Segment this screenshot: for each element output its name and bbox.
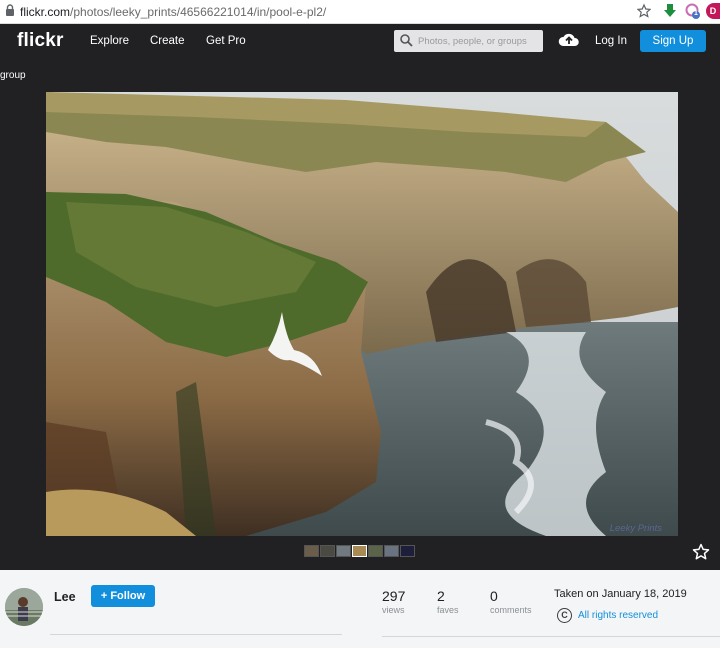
follow-button[interactable]: + Follow: [91, 585, 155, 607]
filmstrip-thumb[interactable]: [368, 545, 383, 557]
login-link[interactable]: Log In: [595, 35, 627, 47]
copyright-icon: C: [557, 608, 572, 623]
search-box[interactable]: [394, 30, 543, 52]
search-input[interactable]: [418, 33, 538, 49]
cliff-photo-image: [46, 92, 678, 536]
owner-avatar[interactable]: [5, 588, 43, 626]
nav-explore[interactable]: Explore: [90, 35, 129, 47]
signup-button[interactable]: Sign Up: [640, 30, 706, 52]
license-info[interactable]: C All rights reserved: [557, 608, 658, 623]
filmstrip-thumb[interactable]: [384, 545, 399, 557]
photo-watermark: Leeky Prints: [609, 523, 662, 534]
views-label: views: [382, 605, 405, 615]
divider: [50, 634, 342, 635]
filmstrip-thumb[interactable]: [400, 545, 415, 557]
faves-count: 2: [437, 588, 445, 604]
profile-avatar[interactable]: D: [706, 3, 720, 19]
owner-name[interactable]: Lee: [54, 590, 76, 604]
url-path: /photos/leeky_prints/46566221014/in/pool…: [70, 5, 327, 19]
favorite-star-icon[interactable]: [692, 543, 710, 561]
browser-address-bar[interactable]: flickr.com/photos/leeky_prints/465662210…: [0, 0, 720, 24]
main-photo[interactable]: Leeky Prints: [46, 92, 678, 536]
taken-date[interactable]: Taken on January 18, 2019: [554, 588, 687, 600]
nav-create[interactable]: Create: [150, 35, 185, 47]
views-count: 297: [382, 588, 406, 604]
flickr-logo[interactable]: flickr: [17, 30, 64, 52]
download-arrow-icon[interactable]: [663, 3, 677, 19]
photostream-filmstrip: [304, 545, 415, 557]
comments-count: 0: [490, 588, 498, 604]
comments-stat: 0 comments: [490, 588, 532, 615]
url-host: flickr.com: [20, 5, 71, 19]
extension-icon[interactable]: 1: [685, 3, 701, 19]
lock-icon: [6, 4, 14, 16]
nav-get-pro[interactable]: Get Pro: [206, 35, 246, 47]
search-icon: [400, 34, 413, 47]
bookmark-star-icon[interactable]: [637, 3, 651, 19]
breadcrumb-group[interactable]: group: [0, 70, 26, 81]
rights-label[interactable]: All rights reserved: [578, 610, 658, 621]
filmstrip-thumb[interactable]: [304, 545, 319, 557]
photo-stage: group Leeky Prints: [0, 58, 720, 570]
photo-info-panel: Lee + Follow 297 views 2 faves 0 comment…: [0, 570, 720, 648]
filmstrip-thumb[interactable]: [320, 545, 335, 557]
avatar-image: [5, 588, 43, 626]
upload-cloud-icon[interactable]: [558, 32, 580, 47]
views-stat: 297 views: [382, 588, 405, 615]
faves-stat: 2 faves: [437, 588, 459, 615]
site-header: flickr Explore Create Get Pro Log In Sig…: [0, 24, 720, 58]
divider: [382, 636, 720, 637]
faves-label: faves: [437, 605, 459, 615]
filmstrip-thumb-selected[interactable]: [352, 545, 367, 557]
filmstrip-thumb[interactable]: [336, 545, 351, 557]
extension-badge: 1: [694, 10, 698, 17]
comments-label: comments: [490, 605, 532, 615]
url-text[interactable]: flickr.com/photos/leeky_prints/465662210…: [20, 5, 326, 19]
